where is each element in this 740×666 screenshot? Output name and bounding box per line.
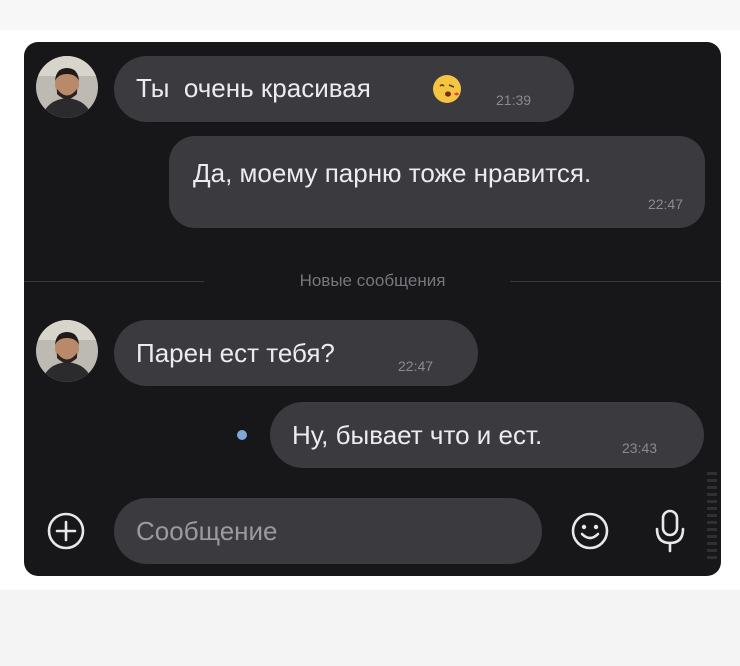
message-time: 22:47 bbox=[398, 358, 434, 374]
plus-circle-icon[interactable] bbox=[46, 511, 86, 551]
edge-watermark bbox=[707, 472, 717, 562]
message-bubble-outgoing[interactable]: Да, моему парню тоже нравится. 22:47 bbox=[169, 136, 705, 228]
message-bubble-incoming[interactable]: Парен ест тебя? 22:47 bbox=[114, 320, 478, 386]
avatar[interactable] bbox=[36, 56, 98, 118]
message-time: 22:47 bbox=[647, 196, 683, 212]
chat-window: Ты очень красивая 21:39 Да, моему парню … bbox=[24, 42, 721, 576]
message-time: 23:43 bbox=[622, 440, 658, 456]
message-bubble-incoming[interactable]: Ты очень красивая 21:39 bbox=[114, 56, 574, 122]
message-input-placeholder: Сообщение bbox=[136, 516, 278, 546]
new-messages-label: Новые сообщения bbox=[285, 271, 460, 290]
message-bubble-outgoing[interactable]: Ну, бывает что и ест. 23:43 bbox=[270, 402, 704, 468]
message-text: Парен ест тебя? bbox=[136, 338, 335, 368]
avatar[interactable] bbox=[36, 320, 98, 382]
message-time: 21:39 bbox=[496, 92, 532, 108]
bottom-margin bbox=[0, 590, 740, 666]
microphone-icon[interactable] bbox=[650, 507, 690, 555]
avatar-image bbox=[36, 56, 98, 118]
avatar-image bbox=[36, 320, 98, 382]
top-margin bbox=[0, 0, 740, 30]
message-input[interactable]: Сообщение bbox=[114, 498, 542, 564]
message-text: Ну, бывает что и ест. bbox=[292, 420, 543, 450]
unread-indicator bbox=[237, 430, 247, 440]
message-text: Да, моему парню тоже нравится. bbox=[193, 158, 592, 188]
smiley-icon[interactable] bbox=[570, 511, 610, 551]
new-messages-divider: Новые сообщения bbox=[24, 271, 721, 291]
kiss-face-icon bbox=[433, 75, 461, 103]
message-text: Ты очень красивая bbox=[136, 73, 371, 103]
